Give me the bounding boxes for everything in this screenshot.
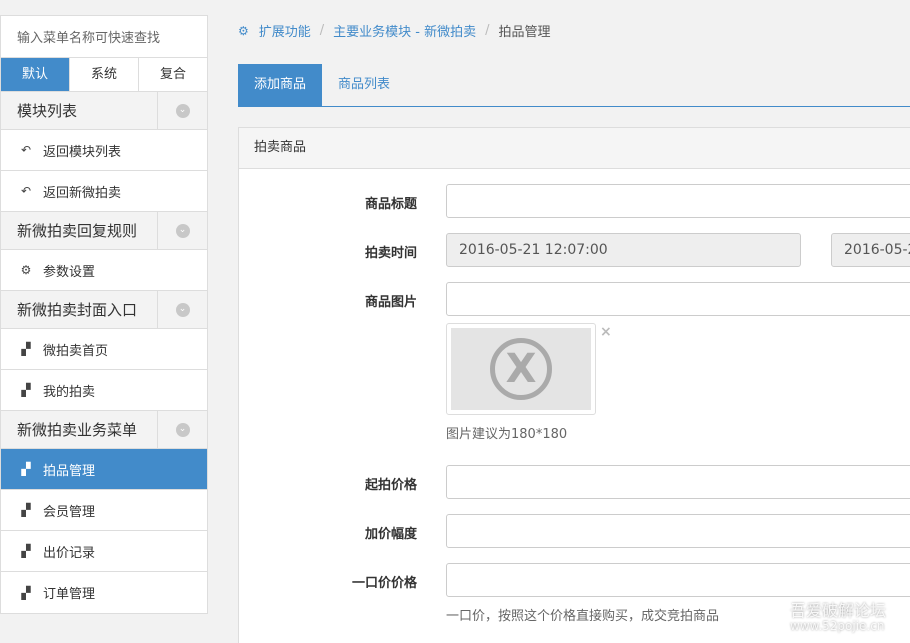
breadcrumb-module[interactable]: 主要业务模块 - 新微拍卖: [333, 21, 476, 40]
content-tabs: 添加商品 商品列表: [238, 64, 910, 107]
sidebar-item-my-auction[interactable]: ▞ 我的拍卖: [1, 370, 207, 411]
product-image-input[interactable]: [446, 282, 910, 316]
sidebar-item-label: 会员管理: [43, 504, 96, 520]
label-auction-time: 拍卖时间: [364, 246, 417, 261]
auction-product-panel: 拍卖商品 商品标题 拍卖时间 2016-05-21 12:07:00 2016-…: [238, 127, 910, 643]
sidebar-item-lot-management[interactable]: ▞ 拍品管理: [1, 449, 207, 490]
chevron-down-circle-icon: ⌄: [175, 422, 190, 437]
puzzle-icon: ▞: [21, 585, 31, 600]
tab-default[interactable]: 默认: [1, 58, 70, 91]
label-price-increment: 加价幅度: [364, 527, 417, 542]
image-help-text: 图片建议为180*180: [446, 427, 568, 442]
sidebar-item-label: 订单管理: [43, 587, 96, 602]
sidebar-item-back-module-list[interactable]: ↶ 返回模块列表: [1, 130, 207, 171]
sidebar-item-order-management[interactable]: ▞ 订单管理: [1, 572, 207, 613]
puzzle-icon: ▞: [21, 544, 31, 558]
chevron-down-circle-icon: ⌄: [175, 223, 190, 238]
image-preview: X: [446, 323, 596, 415]
start-price-input[interactable]: [446, 465, 910, 499]
breadcrumb-extensions[interactable]: 扩展功能: [259, 21, 311, 40]
breadcrumb: ⚙ 扩展功能 / 主要业务模块 - 新微拍卖 / 拍品管理: [238, 21, 551, 40]
gear-icon: ⚙: [20, 263, 32, 277]
tab-product-list[interactable]: 商品列表: [322, 64, 406, 106]
image-placeholder: X: [451, 328, 591, 410]
reply-icon: ↶: [20, 143, 32, 157]
no-image-icon: X: [490, 338, 552, 400]
buyout-help-text: 一口价，按照这个价格直接购买，成交竞拍商品: [446, 609, 720, 624]
cogs-icon: ⚙: [238, 23, 249, 38]
auction-end-time-input[interactable]: 2016-05-2: [831, 233, 910, 267]
sidebar-item-bid-records[interactable]: ▞ 出价记录: [1, 531, 207, 572]
breadcrumb-separator: /: [485, 23, 490, 38]
group-toggle[interactable]: ⌄: [157, 212, 207, 249]
label-buyout-price: 一口价价格: [351, 576, 417, 591]
group-title: 新微拍卖业务菜单: [17, 421, 138, 439]
reply-icon: ↶: [20, 184, 32, 198]
sidebar-item-label: 返回新微拍卖: [43, 185, 122, 201]
tab-system[interactable]: 系统: [70, 58, 139, 91]
chevron-down-circle-icon: ⌄: [175, 103, 190, 118]
tab-add-product[interactable]: 添加商品: [238, 64, 323, 106]
tab-composite[interactable]: 复合: [139, 58, 207, 91]
chevron-down-circle-icon: ⌄: [175, 302, 190, 317]
puzzle-icon: ▞: [21, 462, 31, 476]
sidebar-item-label: 拍品管理: [43, 463, 96, 479]
group-toggle[interactable]: ⌄: [157, 92, 207, 129]
breadcrumb-separator: /: [319, 23, 325, 38]
sidebar-item-back-auction[interactable]: ↶ 返回新微拍卖: [1, 171, 207, 212]
puzzle-icon: ▞: [21, 342, 31, 356]
watermark-text: 吾爱破解论坛: [790, 601, 887, 620]
sidebar: 输入菜单名称可快速查找 默认 系统 复合 模块列表 ⌄ ↶ 返回模块列表 ↶ 返…: [0, 15, 208, 614]
sidebar-item-label: 返回模块列表: [43, 144, 122, 160]
buyout-price-input[interactable]: [446, 563, 910, 597]
remove-image-close-icon[interactable]: ×: [600, 324, 612, 340]
label-product-title: 商品标题: [364, 197, 417, 212]
breadcrumb-current: 拍品管理: [498, 25, 551, 40]
sidebar-item-label: 出价记录: [43, 545, 96, 561]
group-toggle[interactable]: ⌄: [157, 291, 207, 328]
auction-start-time-input[interactable]: 2016-05-21 12:07:00: [446, 233, 801, 267]
menu-search-placeholder: 输入菜单名称可快速查找: [17, 31, 161, 46]
group-business-menu[interactable]: 新微拍卖业务菜单 ⌄: [1, 411, 207, 449]
group-cover-entry[interactable]: 新微拍卖封面入口 ⌄: [1, 291, 207, 329]
watermark-url: www.52pojie.cn: [790, 619, 885, 633]
sidebar-item-label: 我的拍卖: [43, 384, 96, 400]
group-title: 模块列表: [17, 102, 78, 120]
group-reply-rules[interactable]: 新微拍卖回复规则 ⌄: [1, 212, 207, 250]
group-title: 新微拍卖封面入口: [17, 301, 138, 319]
product-title-input[interactable]: [446, 184, 910, 218]
label-start-price: 起拍价格: [364, 478, 417, 493]
label-product-image: 商品图片: [364, 295, 417, 310]
sidebar-item-label: 微拍卖首页: [43, 343, 109, 359]
group-title: 新微拍卖回复规则: [17, 222, 138, 240]
puzzle-icon: ▞: [21, 503, 31, 517]
group-toggle[interactable]: ⌄: [157, 411, 207, 448]
sidebar-item-settings[interactable]: ⚙ 参数设置: [1, 250, 207, 291]
sidebar-item-member-management[interactable]: ▞ 会员管理: [1, 490, 207, 531]
group-module-list[interactable]: 模块列表 ⌄: [1, 92, 207, 130]
menu-search-input[interactable]: 输入菜单名称可快速查找: [1, 16, 207, 58]
price-increment-input[interactable]: [446, 514, 910, 548]
sidebar-item-auction-home[interactable]: ▞ 微拍卖首页: [1, 329, 207, 370]
puzzle-icon: ▞: [21, 383, 31, 397]
panel-title: 拍卖商品: [239, 128, 910, 169]
menu-mode-tabs: 默认 系统 复合: [1, 58, 207, 92]
sidebar-item-label: 参数设置: [43, 264, 96, 280]
